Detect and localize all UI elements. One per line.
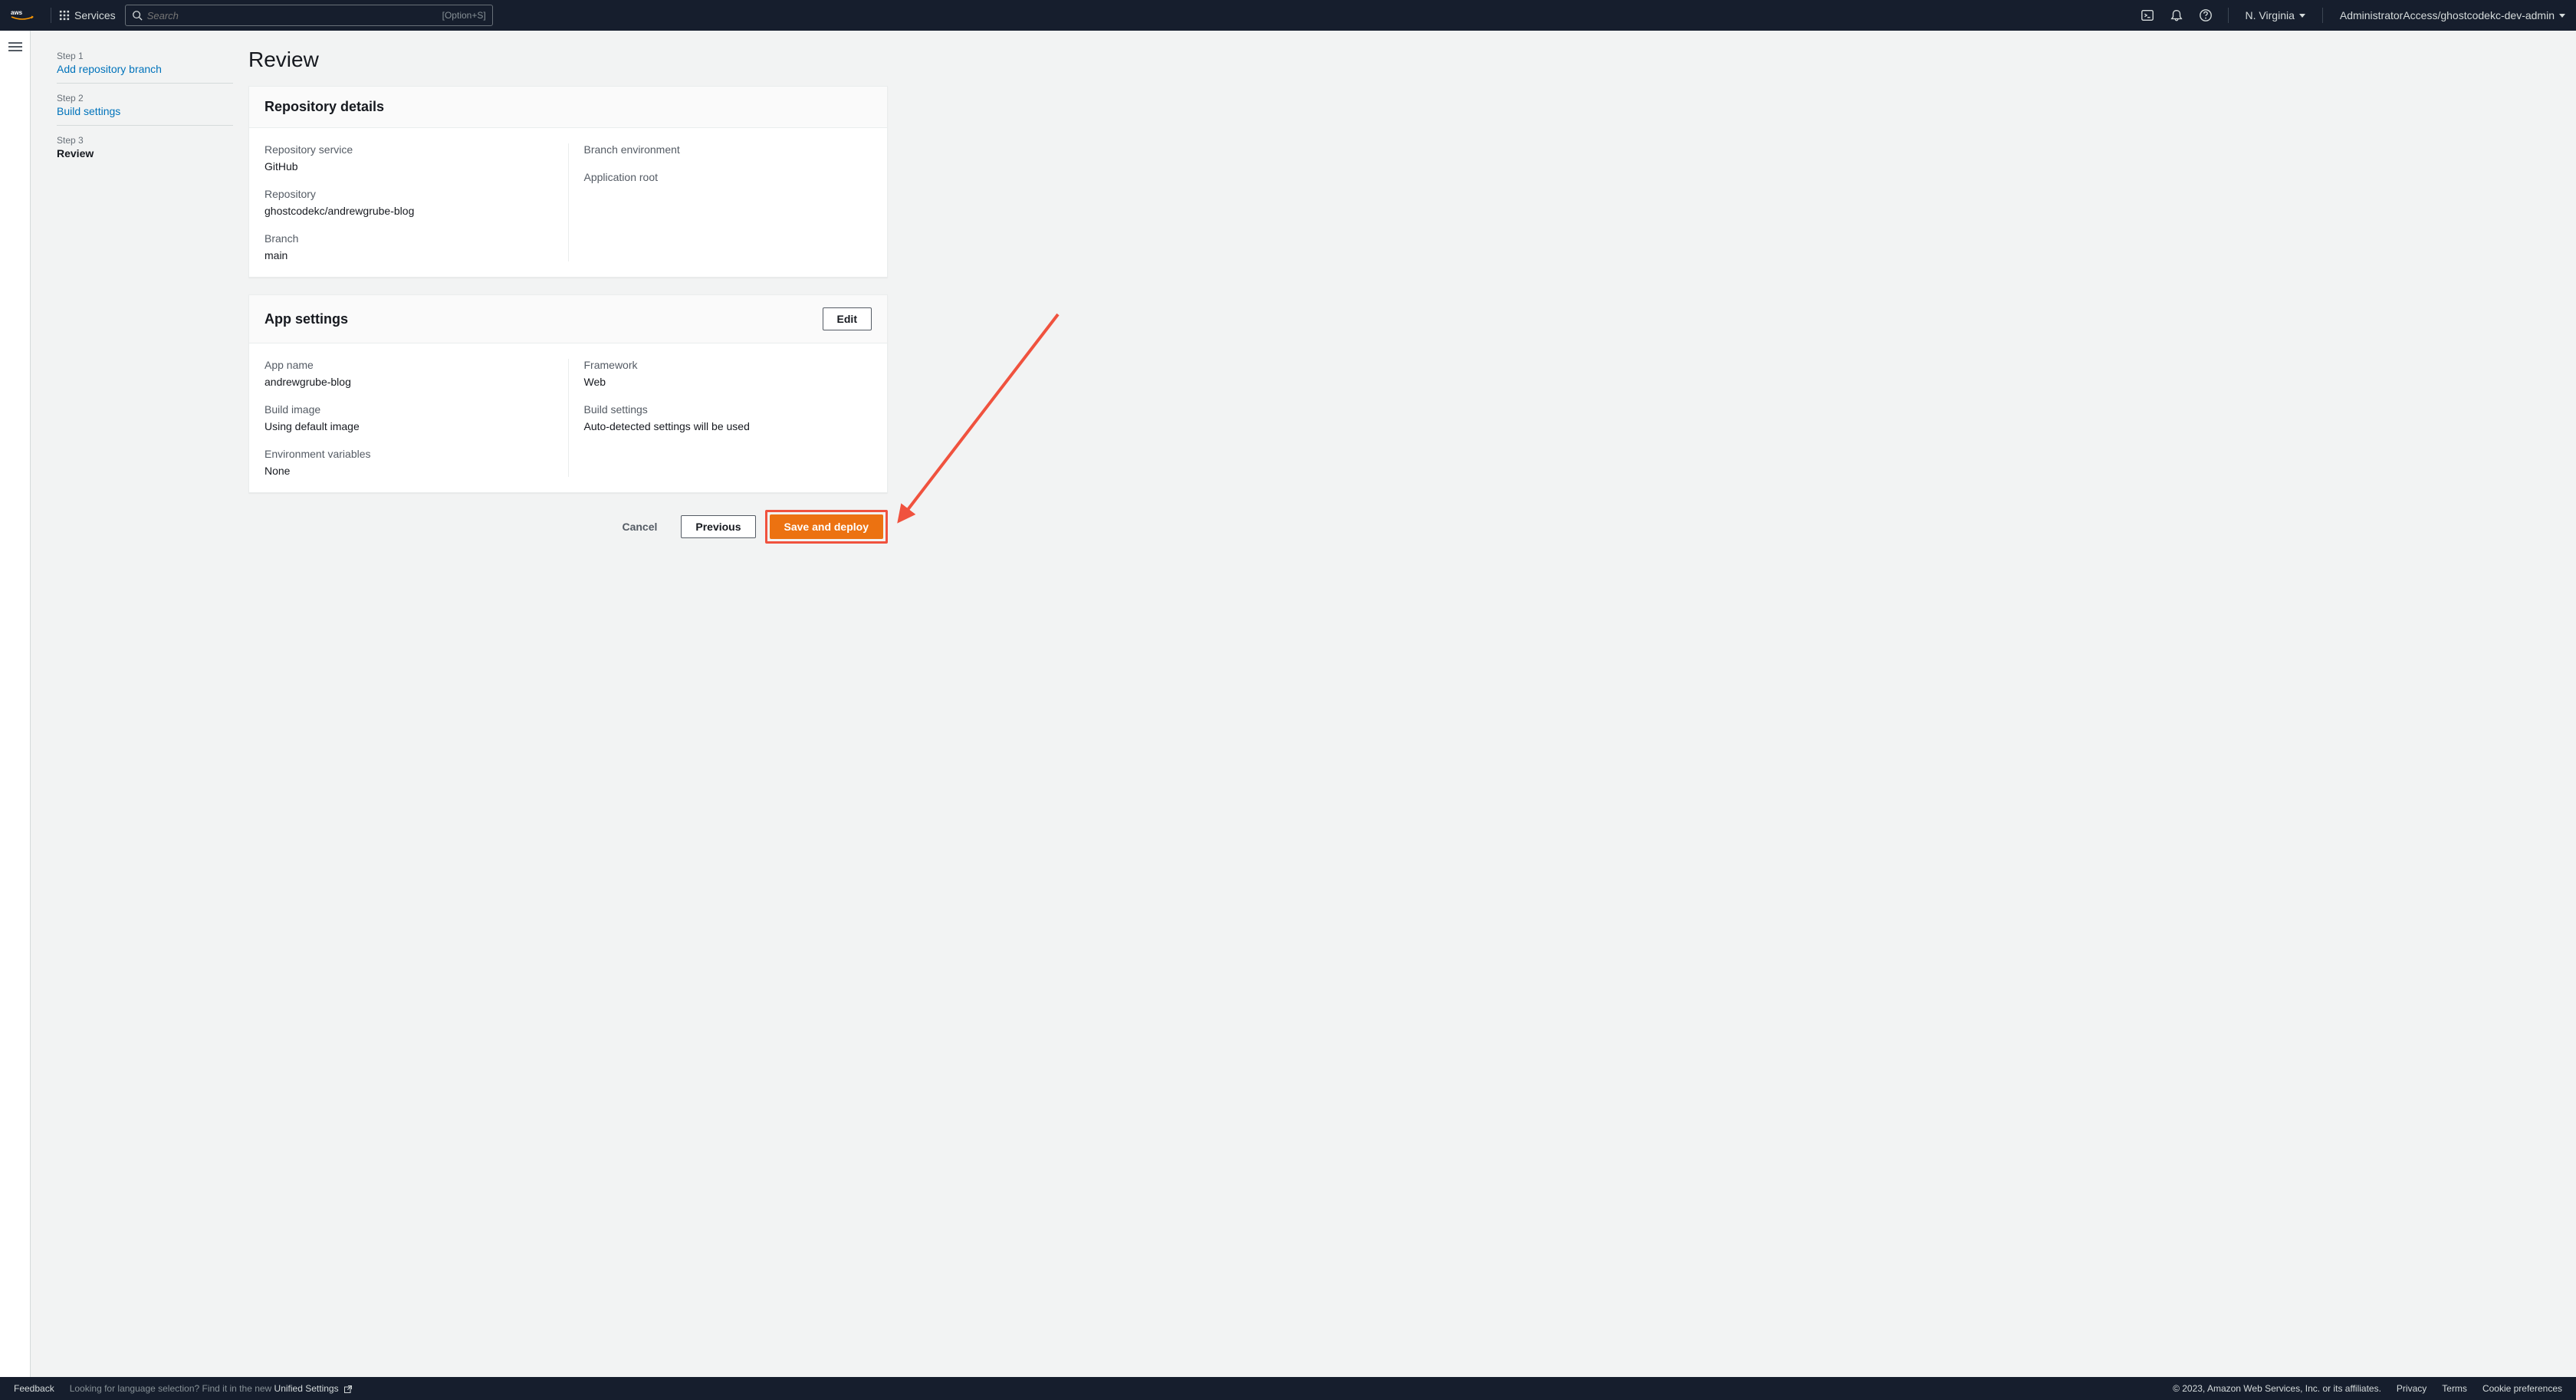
account-selector[interactable]: AdministratorAccess/ghostcodekc-dev-admi… <box>2331 9 2565 21</box>
wizard-actions: Cancel Previous Save and deploy <box>248 510 888 544</box>
cookie-preferences-link[interactable]: Cookie preferences <box>2482 1383 2562 1394</box>
step-number: Step 2 <box>57 93 233 104</box>
field-app-name: App name andrewgrube-blog <box>264 359 553 388</box>
copyright: © 2023, Amazon Web Services, Inc. or its… <box>2173 1383 2381 1394</box>
field-branch: Branch main <box>264 232 553 261</box>
aws-logo[interactable]: aws <box>11 8 34 22</box>
field-application-root: Application root <box>584 171 872 183</box>
nav-icon-group <box>2133 0 2220 31</box>
field-label: Environment variables <box>264 448 553 460</box>
field-value: Auto-detected settings will be used <box>584 420 872 432</box>
save-and-deploy-button[interactable]: Save and deploy <box>770 514 883 539</box>
top-navigation: aws Services [Option+S] <box>0 0 2576 31</box>
edit-button[interactable]: Edit <box>823 307 872 330</box>
external-link-icon <box>343 1385 353 1394</box>
field-label: Build image <box>264 403 553 416</box>
app-settings-panel: App settings Edit App name andrewgrube-b… <box>248 294 888 493</box>
field-label: Repository service <box>264 143 553 156</box>
search-shortcut: [Option+S] <box>442 10 486 21</box>
field-framework: Framework Web <box>584 359 872 388</box>
field-label: Application root <box>584 171 872 183</box>
field-value: Using default image <box>264 420 553 432</box>
field-value: None <box>264 465 553 477</box>
field-repository: Repository ghostcodekc/andrewgrube-blog <box>264 188 553 217</box>
step-number: Step 1 <box>57 51 233 61</box>
cancel-button[interactable]: Cancel <box>607 514 672 539</box>
footer: Feedback Looking for language selection?… <box>0 1377 2576 1400</box>
search-icon <box>132 10 143 21</box>
repository-details-panel: Repository details Repository service Gi… <box>248 86 888 278</box>
cloudshell-icon <box>2141 8 2154 22</box>
main-column: Review Repository details Repository ser… <box>248 48 888 544</box>
help-button[interactable] <box>2191 0 2220 31</box>
services-menu[interactable]: Services <box>59 9 116 21</box>
step-add-repository-branch[interactable]: Step 1 Add repository branch <box>57 48 233 84</box>
field-value: main <box>264 249 553 261</box>
notifications-button[interactable] <box>2162 0 2191 31</box>
step-title: Review <box>57 147 233 159</box>
unified-settings-link[interactable]: Unified Settings <box>274 1383 353 1394</box>
step-build-settings[interactable]: Step 2 Build settings <box>57 90 233 126</box>
region-selector[interactable]: N. Virginia <box>2236 9 2315 21</box>
field-value: GitHub <box>264 160 553 173</box>
field-environment-variables: Environment variables None <box>264 448 553 477</box>
field-value: Web <box>584 376 872 388</box>
search-input[interactable] <box>147 10 442 21</box>
unified-settings-label: Unified Settings <box>274 1383 339 1394</box>
region-label: N. Virginia <box>2246 9 2295 21</box>
cloudshell-button[interactable] <box>2133 0 2162 31</box>
terms-link[interactable]: Terms <box>2442 1383 2467 1394</box>
svg-text:aws: aws <box>11 9 23 16</box>
grid-icon <box>59 10 70 21</box>
field-repository-service: Repository service GitHub <box>264 143 553 173</box>
footer-message: Looking for language selection? Find it … <box>70 1383 353 1394</box>
step-number: Step 3 <box>57 135 233 146</box>
main-area: Step 1 Add repository branch Step 2 Buil… <box>31 31 2576 1377</box>
search-box[interactable]: [Option+S] <box>125 5 493 26</box>
panel-title: Repository details <box>264 99 384 115</box>
previous-button[interactable]: Previous <box>681 515 755 538</box>
footer-message-text: Looking for language selection? Find it … <box>70 1383 274 1394</box>
body: Step 1 Add repository branch Step 2 Buil… <box>0 31 2576 1377</box>
bell-icon <box>2170 8 2183 22</box>
field-value: ghostcodekc/andrewgrube-blog <box>264 205 553 217</box>
chevron-down-icon <box>2299 14 2305 18</box>
account-label: AdministratorAccess/ghostcodekc-dev-admi… <box>2340 9 2555 21</box>
feedback-link[interactable]: Feedback <box>14 1383 54 1394</box>
step-title: Add repository branch <box>57 63 233 75</box>
help-icon <box>2199 8 2213 22</box>
chevron-down-icon <box>2559 14 2565 18</box>
field-branch-environment: Branch environment <box>584 143 872 156</box>
step-review: Step 3 Review <box>57 132 233 167</box>
services-label: Services <box>74 9 116 21</box>
nav-divider <box>2322 8 2323 23</box>
field-build-image: Build image Using default image <box>264 403 553 432</box>
step-title: Build settings <box>57 105 233 117</box>
hamburger-button[interactable] <box>8 40 22 54</box>
field-label: Repository <box>264 188 553 200</box>
field-value: andrewgrube-blog <box>264 376 553 388</box>
wizard-steps: Step 1 Add repository branch Step 2 Buil… <box>57 48 248 544</box>
nav-divider <box>2228 8 2229 23</box>
field-label: Build settings <box>584 403 872 416</box>
field-label: Branch environment <box>584 143 872 156</box>
annotation-highlight: Save and deploy <box>765 510 888 544</box>
side-collapse-panel <box>0 31 31 1377</box>
field-label: App name <box>264 359 553 371</box>
field-label: Branch <box>264 232 553 245</box>
page-title: Review <box>248 48 888 72</box>
field-label: Framework <box>584 359 872 371</box>
privacy-link[interactable]: Privacy <box>2397 1383 2426 1394</box>
panel-title: App settings <box>264 311 348 327</box>
field-build-settings: Build settings Auto-detected settings wi… <box>584 403 872 432</box>
